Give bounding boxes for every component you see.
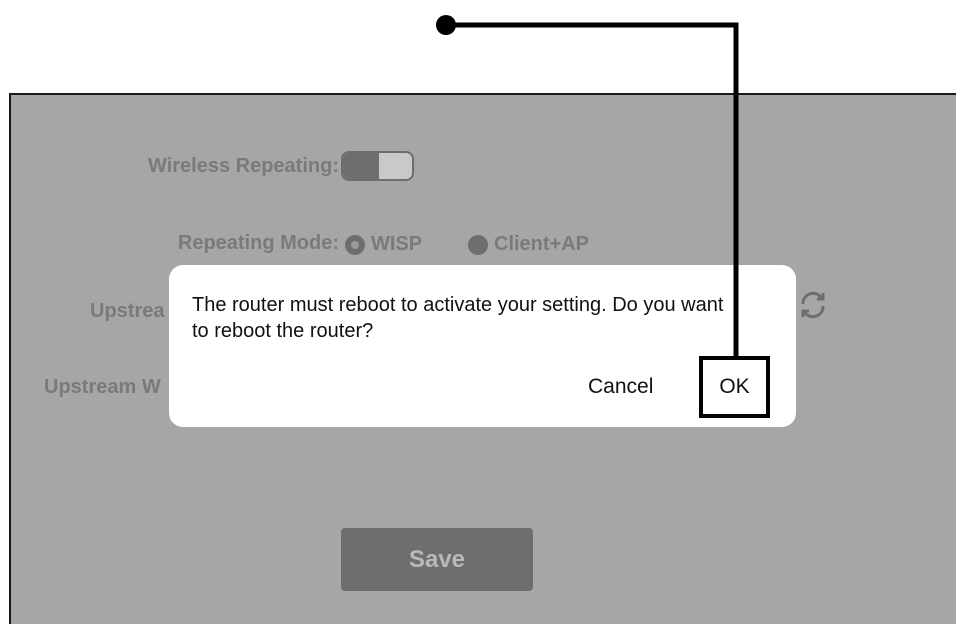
repeating-mode-label: Repeating Mode: xyxy=(177,232,339,254)
toggle-knob xyxy=(343,153,379,179)
reboot-confirm-dialog: The router must reboot to activate your … xyxy=(169,265,796,427)
radio-selected-icon xyxy=(345,234,365,255)
callout-dot-icon xyxy=(436,15,456,35)
cancel-button[interactable]: Cancel xyxy=(588,375,653,399)
page: Wireless Repeating: Repeating Mode: WISP… xyxy=(0,0,956,624)
radio-wisp[interactable]: WISP xyxy=(345,233,422,256)
wireless-repeating-toggle[interactable] xyxy=(341,151,414,181)
dialog-message: The router must reboot to activate your … xyxy=(192,294,724,342)
radio-unselected-icon xyxy=(468,234,488,255)
upstream-wifi-label: Upstrea xyxy=(90,300,165,322)
save-button[interactable]: Save xyxy=(341,528,533,591)
radio-client-ap[interactable]: Client+AP xyxy=(468,233,589,256)
refresh-icon[interactable] xyxy=(798,290,828,320)
upstream-wifi-password-label: Upstream W xyxy=(44,376,161,398)
radio-client-ap-label: Client+AP xyxy=(494,233,590,255)
wireless-repeating-label: Wireless Repeating: xyxy=(148,155,339,177)
ok-button[interactable]: OK xyxy=(699,356,770,418)
radio-wisp-label: WISP xyxy=(371,233,423,255)
